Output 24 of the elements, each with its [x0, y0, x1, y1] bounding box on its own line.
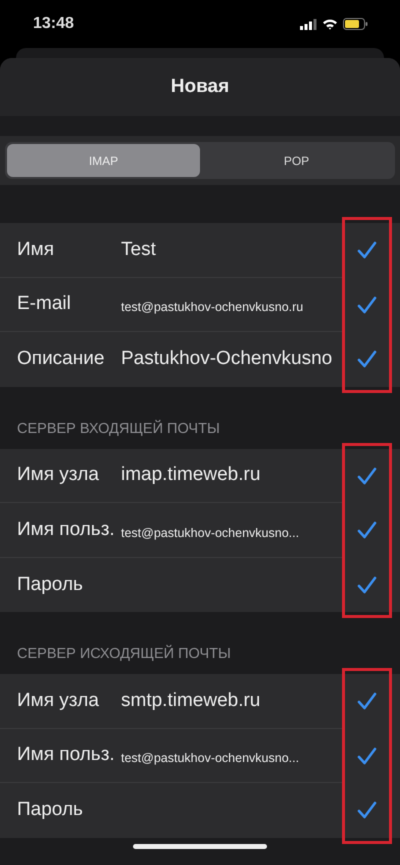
wifi-icon	[322, 18, 338, 30]
battery-icon	[343, 18, 368, 30]
field-value[interactable]: imap.timeweb.ru	[121, 464, 260, 486]
field-label: E-mail	[17, 293, 72, 316]
section-header: СЕРВЕР ВХОДЯЩЕЙ ПОЧТЫ	[16, 420, 221, 438]
field-value[interactable]: Test	[121, 238, 156, 261]
field-label: Имя польз.	[17, 744, 116, 766]
field-label: Пароль	[17, 799, 84, 822]
field-value[interactable]: test@pastukhov-ochenvkusno...	[121, 526, 300, 540]
field-label: Имя польз.	[17, 518, 116, 541]
field-value[interactable]: test@pastukhov-ochenvkusno...	[121, 751, 300, 766]
field-label: Описание	[17, 348, 106, 370]
field-value[interactable]: test@pastukhov-ochenvkusno.ru	[121, 300, 304, 314]
sheet-title: Новая	[170, 76, 230, 98]
status-time: 13:48	[33, 15, 74, 33]
section-header: СЕРВЕР ИСХОДЯЩЕЙ ПОЧТЫ	[16, 646, 232, 664]
signal-icon	[300, 18, 317, 30]
field-value[interactable]: smtp.timeweb.ru	[121, 690, 260, 712]
field-label: Имя узла	[17, 690, 100, 712]
field-value[interactable]: Pastukhov-Ochenvkusno	[121, 348, 332, 370]
field-label: Имя	[17, 238, 56, 261]
segment-tab[interactable]: POP	[200, 144, 393, 177]
field-label: Имя узла	[17, 464, 100, 486]
field-label: Пароль	[17, 574, 84, 596]
